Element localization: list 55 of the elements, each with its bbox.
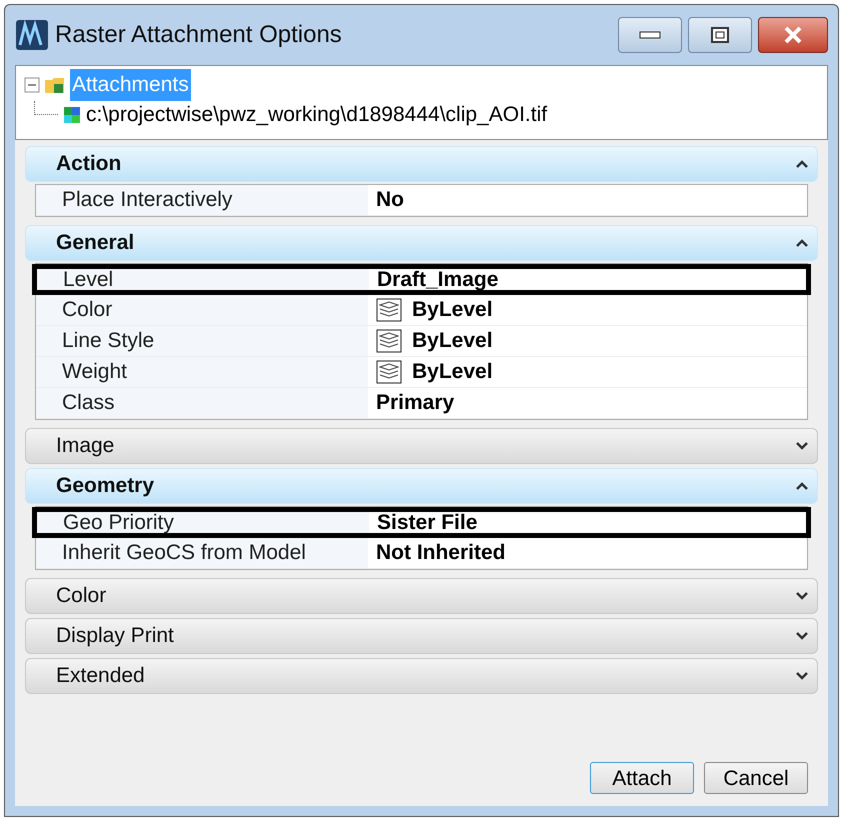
property-name: Weight (56, 357, 368, 387)
property-name: Level (57, 269, 369, 290)
property-row[interactable]: Line Style ByLevel (36, 326, 807, 357)
property-row[interactable]: Weight ByLevel (36, 357, 807, 388)
property-row[interactable]: Level Draft_Image (32, 264, 811, 295)
close-button[interactable] (758, 17, 828, 53)
section-header[interactable]: General (25, 225, 818, 261)
expand-chevron-icon[interactable] (795, 441, 809, 451)
property-name: Inherit GeoCS from Model (56, 538, 368, 568)
property-row[interactable]: Color ByLevel (36, 295, 807, 326)
collapse-chevron-icon[interactable] (795, 159, 809, 169)
layers-icon (376, 298, 402, 322)
collapse-chevron-icon[interactable] (795, 481, 809, 491)
window-title: Raster Attachment Options (55, 20, 343, 50)
property-value: Draft_Image (377, 266, 498, 293)
raster-file-icon (64, 107, 80, 123)
cancel-button[interactable]: Cancel (704, 762, 808, 794)
collapse-icon[interactable] (24, 77, 40, 93)
app-logo-icon (15, 19, 49, 51)
section-header[interactable]: Action (25, 146, 818, 182)
section-header[interactable]: Color (25, 578, 818, 614)
property-row[interactable]: Class Primary (36, 388, 807, 419)
maximize-icon (710, 26, 730, 44)
section-header[interactable]: Image (25, 428, 818, 464)
section-header[interactable]: Display Print (25, 618, 818, 654)
minimize-button[interactable] (618, 17, 682, 53)
property-row[interactable]: Place Interactively No (36, 185, 807, 216)
expand-chevron-icon[interactable] (795, 631, 809, 641)
layers-icon (376, 360, 402, 384)
tree-item[interactable]: c:\projectwise\pwz_working\d1898444\clip_AOI.tif (86, 99, 548, 131)
layers-icon (376, 329, 402, 353)
property-value: No (376, 187, 404, 214)
property-value: Primary (376, 390, 454, 416)
maximize-button[interactable] (688, 17, 752, 53)
minimize-icon (639, 31, 661, 39)
section-header[interactable]: Extended (25, 658, 818, 694)
property-value: ByLevel (412, 359, 493, 386)
folder-icon (44, 75, 66, 95)
property-value: Not Inherited (376, 540, 506, 566)
expand-chevron-icon[interactable] (795, 671, 809, 681)
property-name: Geo Priority (57, 512, 369, 533)
attach-button[interactable]: Attach (590, 762, 694, 794)
property-name: Place Interactively (56, 185, 368, 215)
close-icon (782, 25, 804, 45)
property-name: Line Style (56, 326, 368, 356)
collapse-chevron-icon[interactable] (795, 238, 809, 248)
property-row[interactable]: Geo Priority Sister File (32, 507, 811, 538)
section-header[interactable]: Geometry (25, 468, 818, 504)
property-name: Color (56, 295, 368, 325)
property-value: ByLevel (412, 328, 493, 354)
property-row[interactable]: Inherit GeoCS from Model Not Inherited (36, 538, 807, 569)
property-value: ByLevel (412, 297, 493, 324)
property-value: Sister File (377, 510, 478, 536)
property-name: Class (56, 388, 368, 418)
expand-chevron-icon[interactable] (795, 591, 809, 601)
